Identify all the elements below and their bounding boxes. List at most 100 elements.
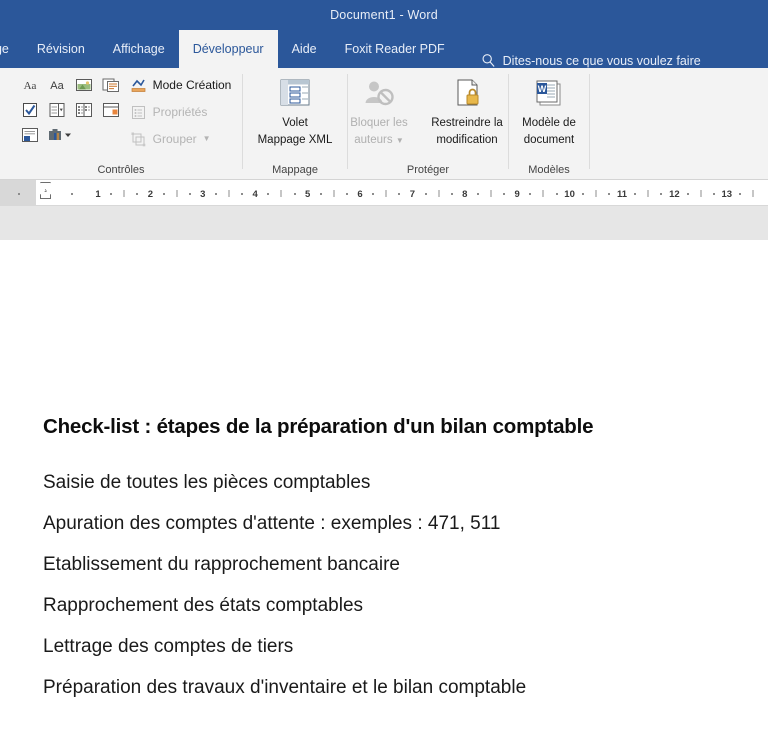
design-mode-label: Mode Création — [153, 78, 232, 92]
document-line: Préparation des travaux d'inventaire et … — [43, 678, 733, 697]
plain-text-content-control-icon[interactable]: Aa — [44, 73, 70, 97]
tab-developpeur[interactable]: Développeur — [179, 30, 278, 68]
ruler-number: 5 — [305, 189, 310, 200]
ruler-minor-tick — [267, 193, 269, 195]
ruler-minor-tick — [700, 190, 701, 197]
checkbox-content-control-icon[interactable] — [17, 98, 43, 122]
tell-me-placeholder: Dites-nous ce que vous voulez faire — [503, 54, 701, 68]
group-separator — [589, 74, 590, 169]
date-picker-content-control-icon[interactable] — [98, 98, 124, 122]
ruler-ticks: 12345678910111213 — [0, 180, 768, 206]
title-bar: Document1 - Word — [0, 0, 768, 30]
restrict-editing-icon — [450, 73, 484, 113]
svg-text:Aa: Aa — [50, 80, 64, 92]
group-label: Grouper — [153, 132, 197, 146]
restrict-editing-label-line1: Restreindre la — [431, 116, 503, 130]
building-block-gallery-icon[interactable] — [98, 73, 124, 97]
ruler-number: 4 — [253, 189, 258, 200]
ruler-minor-tick — [425, 193, 427, 195]
svg-text:W: W — [538, 84, 547, 94]
ruler-minor-tick — [660, 193, 662, 195]
ribbon-group-templates: W Modèle de document Modèles — [509, 68, 589, 180]
block-authors-label-line2: auteurs ▼ — [354, 133, 403, 147]
rich-text-content-control-icon[interactable]: Aa — [17, 73, 43, 97]
ruler-minor-tick — [582, 193, 584, 195]
ruler-minor-tick — [163, 193, 165, 195]
ruler-minor-tick — [18, 193, 20, 195]
ruler-minor-tick — [176, 190, 177, 197]
group-label-controls: Contrôles — [97, 164, 144, 180]
ruler-minor-tick — [124, 190, 125, 197]
document-body[interactable]: Check-list : étapes de la préparation d'… — [43, 415, 733, 697]
ruler-minor-tick — [608, 193, 610, 195]
combo-box-content-control-icon[interactable] — [44, 98, 70, 122]
ruler-minor-tick — [739, 193, 741, 195]
restrict-editing-label-line2: modification — [436, 133, 497, 147]
document-line: Apuration des comptes d'attente : exempl… — [43, 514, 733, 533]
tab-revision[interactable]: Révision — [23, 30, 99, 68]
ruler-minor-tick — [294, 193, 296, 195]
ruler-number: 13 — [722, 189, 733, 200]
ruler-minor-tick — [477, 193, 479, 195]
repeating-section-content-control-icon[interactable] — [17, 123, 43, 147]
ruler-number: 10 — [564, 189, 575, 200]
ruler-minor-tick — [281, 190, 282, 197]
tab-aide[interactable]: Aide — [278, 30, 331, 68]
document-line: Lettrage des comptes de tiers — [43, 637, 733, 656]
drop-down-list-content-control-icon[interactable] — [71, 98, 97, 122]
ruler-number: 12 — [669, 189, 680, 200]
ribbon-group-controls: Aa Aa — [0, 68, 242, 180]
chevron-down-icon[interactable]: ▼ — [203, 135, 211, 143]
ruler-minor-tick — [595, 190, 596, 197]
document-page[interactable]: Check-list : étapes de la préparation d'… — [0, 240, 768, 754]
ruler-minor-tick — [713, 193, 715, 195]
document-template-label-line2: document — [524, 133, 575, 147]
ruler-minor-tick — [110, 193, 112, 195]
tab-mise-en-page[interactable]: age — [0, 30, 23, 68]
ruler-number: 9 — [515, 189, 520, 200]
ruler-minor-tick — [556, 193, 558, 195]
ruler-minor-tick — [386, 190, 387, 197]
ruler-minor-tick — [189, 193, 191, 195]
ruler-minor-tick — [398, 193, 400, 195]
ruler-minor-tick — [648, 190, 649, 197]
tab-affichage[interactable]: Affichage — [99, 30, 179, 68]
ruler-minor-tick — [543, 190, 544, 197]
document-template-label-line1: Modèle de — [522, 116, 576, 130]
properties-icon — [130, 104, 147, 121]
properties-button[interactable]: Propriétés — [130, 100, 232, 124]
group-label-templates: Modèles — [528, 164, 570, 180]
window-title: Document1 - Word — [330, 8, 438, 22]
restrict-editing-button[interactable]: Restreindre la modification — [421, 73, 513, 147]
picture-content-control-icon[interactable] — [71, 73, 97, 97]
xml-mapping-pane-icon — [278, 73, 312, 113]
ruler-minor-tick — [320, 193, 322, 195]
tell-me-search[interactable]: Dites-nous ce que vous voulez faire — [481, 53, 701, 68]
document-template-button[interactable]: W Modèle de document — [511, 73, 587, 147]
ruler-minor-tick — [229, 190, 230, 197]
document-canvas: Check-list : étapes de la préparation d'… — [0, 206, 768, 754]
block-authors-button[interactable]: Bloquer les auteurs ▼ — [343, 73, 415, 147]
xml-mapping-pane-button[interactable]: Volet Mappage XML — [249, 73, 341, 147]
word-window: Document1 - Word age Révision Affichage … — [0, 0, 768, 754]
svg-text:Aa: Aa — [23, 80, 36, 92]
horizontal-ruler[interactable]: 12345678910111213 — [0, 180, 768, 206]
ruler-minor-tick — [451, 193, 453, 195]
ruler-minor-tick — [687, 193, 689, 195]
ruler-minor-tick — [372, 193, 374, 195]
ruler-minor-tick — [438, 190, 439, 197]
design-mode-button[interactable]: Mode Création — [130, 73, 232, 97]
ruler-number: 8 — [462, 189, 467, 200]
ruler-number: 6 — [357, 189, 362, 200]
group-label-protect: Protéger — [407, 164, 449, 180]
document-template-icon: W — [532, 73, 566, 113]
controls-command-list: Mode Création Propriétés — [124, 73, 232, 151]
chevron-down-icon[interactable]: ▼ — [396, 136, 404, 145]
legacy-tools-icon[interactable] — [44, 123, 78, 147]
tab-foxit-reader-pdf[interactable]: Foxit Reader PDF — [331, 30, 459, 68]
ruler-minor-tick — [241, 193, 243, 195]
ruler-minor-tick — [71, 193, 73, 195]
group-button[interactable]: Grouper ▼ — [130, 127, 232, 151]
ruler-minor-tick — [634, 193, 636, 195]
document-line: Rapprochement des états comptables — [43, 596, 733, 615]
